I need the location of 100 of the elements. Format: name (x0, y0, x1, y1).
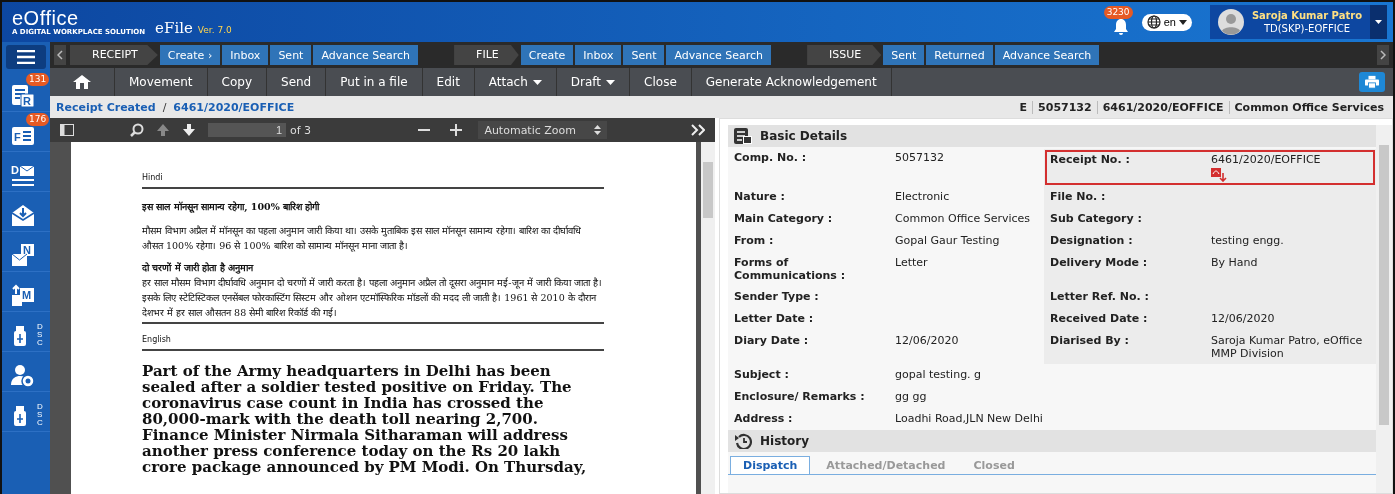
nav-link[interactable]: Inbox (575, 45, 622, 65)
zoom-select[interactable]: Automatic Zoom (478, 121, 607, 139)
file-document-icon[interactable]: F (11, 124, 35, 147)
field-value: Common Office Services (894, 211, 1032, 227)
field-value: Letter (894, 255, 929, 271)
nav-link[interactable]: Advance Search (994, 45, 1100, 65)
arrow-down-icon[interactable] (182, 123, 196, 137)
page-number-field[interactable]: 1 (208, 123, 286, 137)
notification-badge: 3230 (1103, 6, 1133, 19)
nav-link[interactable]: Advance Search (666, 45, 772, 65)
nav-link[interactable]: Sent (270, 45, 312, 65)
nav-link[interactable]: Create (520, 45, 574, 65)
plus-icon (450, 124, 463, 136)
field-label: Sub Category : (1049, 211, 1143, 227)
nav-link[interactable]: Sent (883, 45, 925, 65)
info-text: 6461/2020/EOFFICE (1096, 100, 1229, 114)
caret-icon (606, 79, 616, 85)
nav-link[interactable]: Returned (926, 45, 993, 65)
user-role: TD(SKP)-EOFFICE (1262, 22, 1351, 35)
nav-link[interactable]: Advance Search (313, 45, 419, 65)
scrollbar[interactable] (1376, 125, 1392, 493)
icon-label: DSC (37, 323, 44, 347)
page-count: of 3 (290, 123, 312, 137)
field-label: File No. : (1049, 189, 1107, 205)
history-icon (734, 433, 752, 449)
field-value: gg gg (894, 389, 928, 405)
printer-icon (1365, 75, 1379, 89)
scroll-left-button[interactable] (54, 45, 66, 65)
arrow-up-icon[interactable] (156, 123, 170, 137)
nav-section-label: ISSUE (807, 45, 882, 65)
info-text: Common Office Services (1228, 100, 1389, 114)
info-text: 5057132 (1032, 100, 1097, 114)
field-label: Enclosure/ Remarks : (733, 389, 866, 405)
nav-link[interactable]: Inbox (222, 45, 269, 65)
nav-section-label: RECEIPT (70, 45, 158, 65)
field-label: From : (733, 233, 775, 249)
field-label: Address : (733, 411, 794, 427)
document-icon (734, 128, 752, 144)
nav-link[interactable]: Sent (623, 45, 665, 65)
section-title: History (760, 434, 810, 448)
count-badge: 176 (26, 113, 50, 126)
info-text: E (1018, 100, 1029, 114)
globe-icon (1146, 15, 1161, 29)
field-label: Comp. No. : (733, 150, 808, 166)
document-paragraph: मौसम विभाग अप्रैल में मॉनसून का पहला अनुमान जारी किया था। उसके मुताबिक इस साल मॉनसून सामान्य रहेगा। बारिश का दीर्घावधि औसत 100% रहेगा। 96 से 100% बारिश को सामान्य मॉनसून माना जाता है। (142, 224, 583, 253)
scroll-right-button[interactable] (1377, 45, 1389, 65)
field-value: Saroja Kumar Patro, eOffice MMP Division (1211, 334, 1364, 360)
nav-link[interactable]: Create › (159, 45, 221, 65)
field-label: Delivery Mode : (1049, 255, 1149, 271)
count-badge: 131 (26, 73, 50, 86)
pdf-download-icon[interactable] (1211, 168, 1227, 182)
field-label: Main Category : (733, 211, 834, 227)
app-name: eFile (155, 19, 193, 37)
nav-section-label: FILE (454, 45, 519, 65)
bell-icon[interactable] (1111, 18, 1130, 36)
section-label: English (142, 332, 604, 351)
field-label: Letter Ref. No. : (1049, 289, 1150, 305)
caret-icon (532, 79, 542, 85)
avatar-icon (1217, 9, 1244, 35)
mail-download-icon[interactable] (11, 204, 35, 227)
section-label: Hindi (142, 170, 604, 189)
document-heading: इस साल मॉनसून सामान्य रहेगा, 100% बारिश होगी (142, 200, 321, 214)
field-value: testing engg. (1211, 234, 1285, 247)
user-name: Saroja Kumar Patro (1251, 9, 1362, 22)
document-subheading: दो चरणों में जारी होता है अनुमान (142, 261, 255, 275)
field-value: gopal testing. g (894, 367, 983, 383)
field-label: Receipt No. : (1049, 152, 1131, 168)
scrollbar[interactable] (701, 142, 715, 494)
field-label: Sender Type : (733, 289, 820, 305)
search-icon[interactable] (130, 123, 144, 137)
caret-icon (1370, 5, 1387, 39)
field-value: 12/06/2020 (1211, 312, 1276, 325)
chevron-left-icon (57, 50, 63, 60)
breadcrumb-separator: / (162, 100, 167, 114)
sidebar-toggle-icon[interactable] (60, 124, 74, 136)
field-label: Diarised By : (1049, 333, 1130, 349)
language-button[interactable]: en (1141, 13, 1192, 31)
field-label: Forms of Communications : (733, 255, 847, 284)
menu-icon (17, 50, 35, 64)
version-label: Ver. 7.0 (197, 25, 232, 35)
breadcrumb-link[interactable]: Receipt Created (56, 100, 156, 114)
document-paragraph: Part of the Army headquarters in Delhi has been sealed after a soldier tested positive on Friday. The coronavirus case count in India has crossed the 80,000-mark with the death toll nearing 2,700. Finance Minister Nirmala Sitharaman will address another press conference today on the Rs 20 lakh crore package announced by PM Modi. On Thursday, (142, 363, 588, 475)
user-gear-icon[interactable] (11, 364, 35, 387)
field-value: Electronic (894, 189, 951, 205)
tab[interactable]: Dispatch (730, 456, 811, 474)
field-value: 12/06/2020 (894, 333, 960, 349)
field-value: Loadhi Road,JLN New Delhi (894, 411, 1044, 427)
double-chevron-icon[interactable] (691, 124, 705, 136)
field-label: Diary Date : (733, 333, 810, 349)
updown-caret-icon (594, 125, 601, 135)
home-icon (72, 74, 92, 90)
menu-button[interactable] (6, 45, 46, 69)
breadcrumb-link[interactable]: 6461/2020/EOFFICE (173, 100, 295, 114)
caret-icon (1178, 19, 1187, 25)
field-label: Designation : (1049, 233, 1134, 249)
print-button[interactable] (1359, 72, 1385, 92)
field-value: By Hand (1211, 256, 1259, 269)
chevron-right-icon (1380, 50, 1386, 60)
field-value: 6461/2020/EOFFICE (1211, 153, 1322, 166)
user-menu[interactable]: Saroja Kumar Patro TD(SKP)-EOFFICE (1209, 5, 1387, 39)
